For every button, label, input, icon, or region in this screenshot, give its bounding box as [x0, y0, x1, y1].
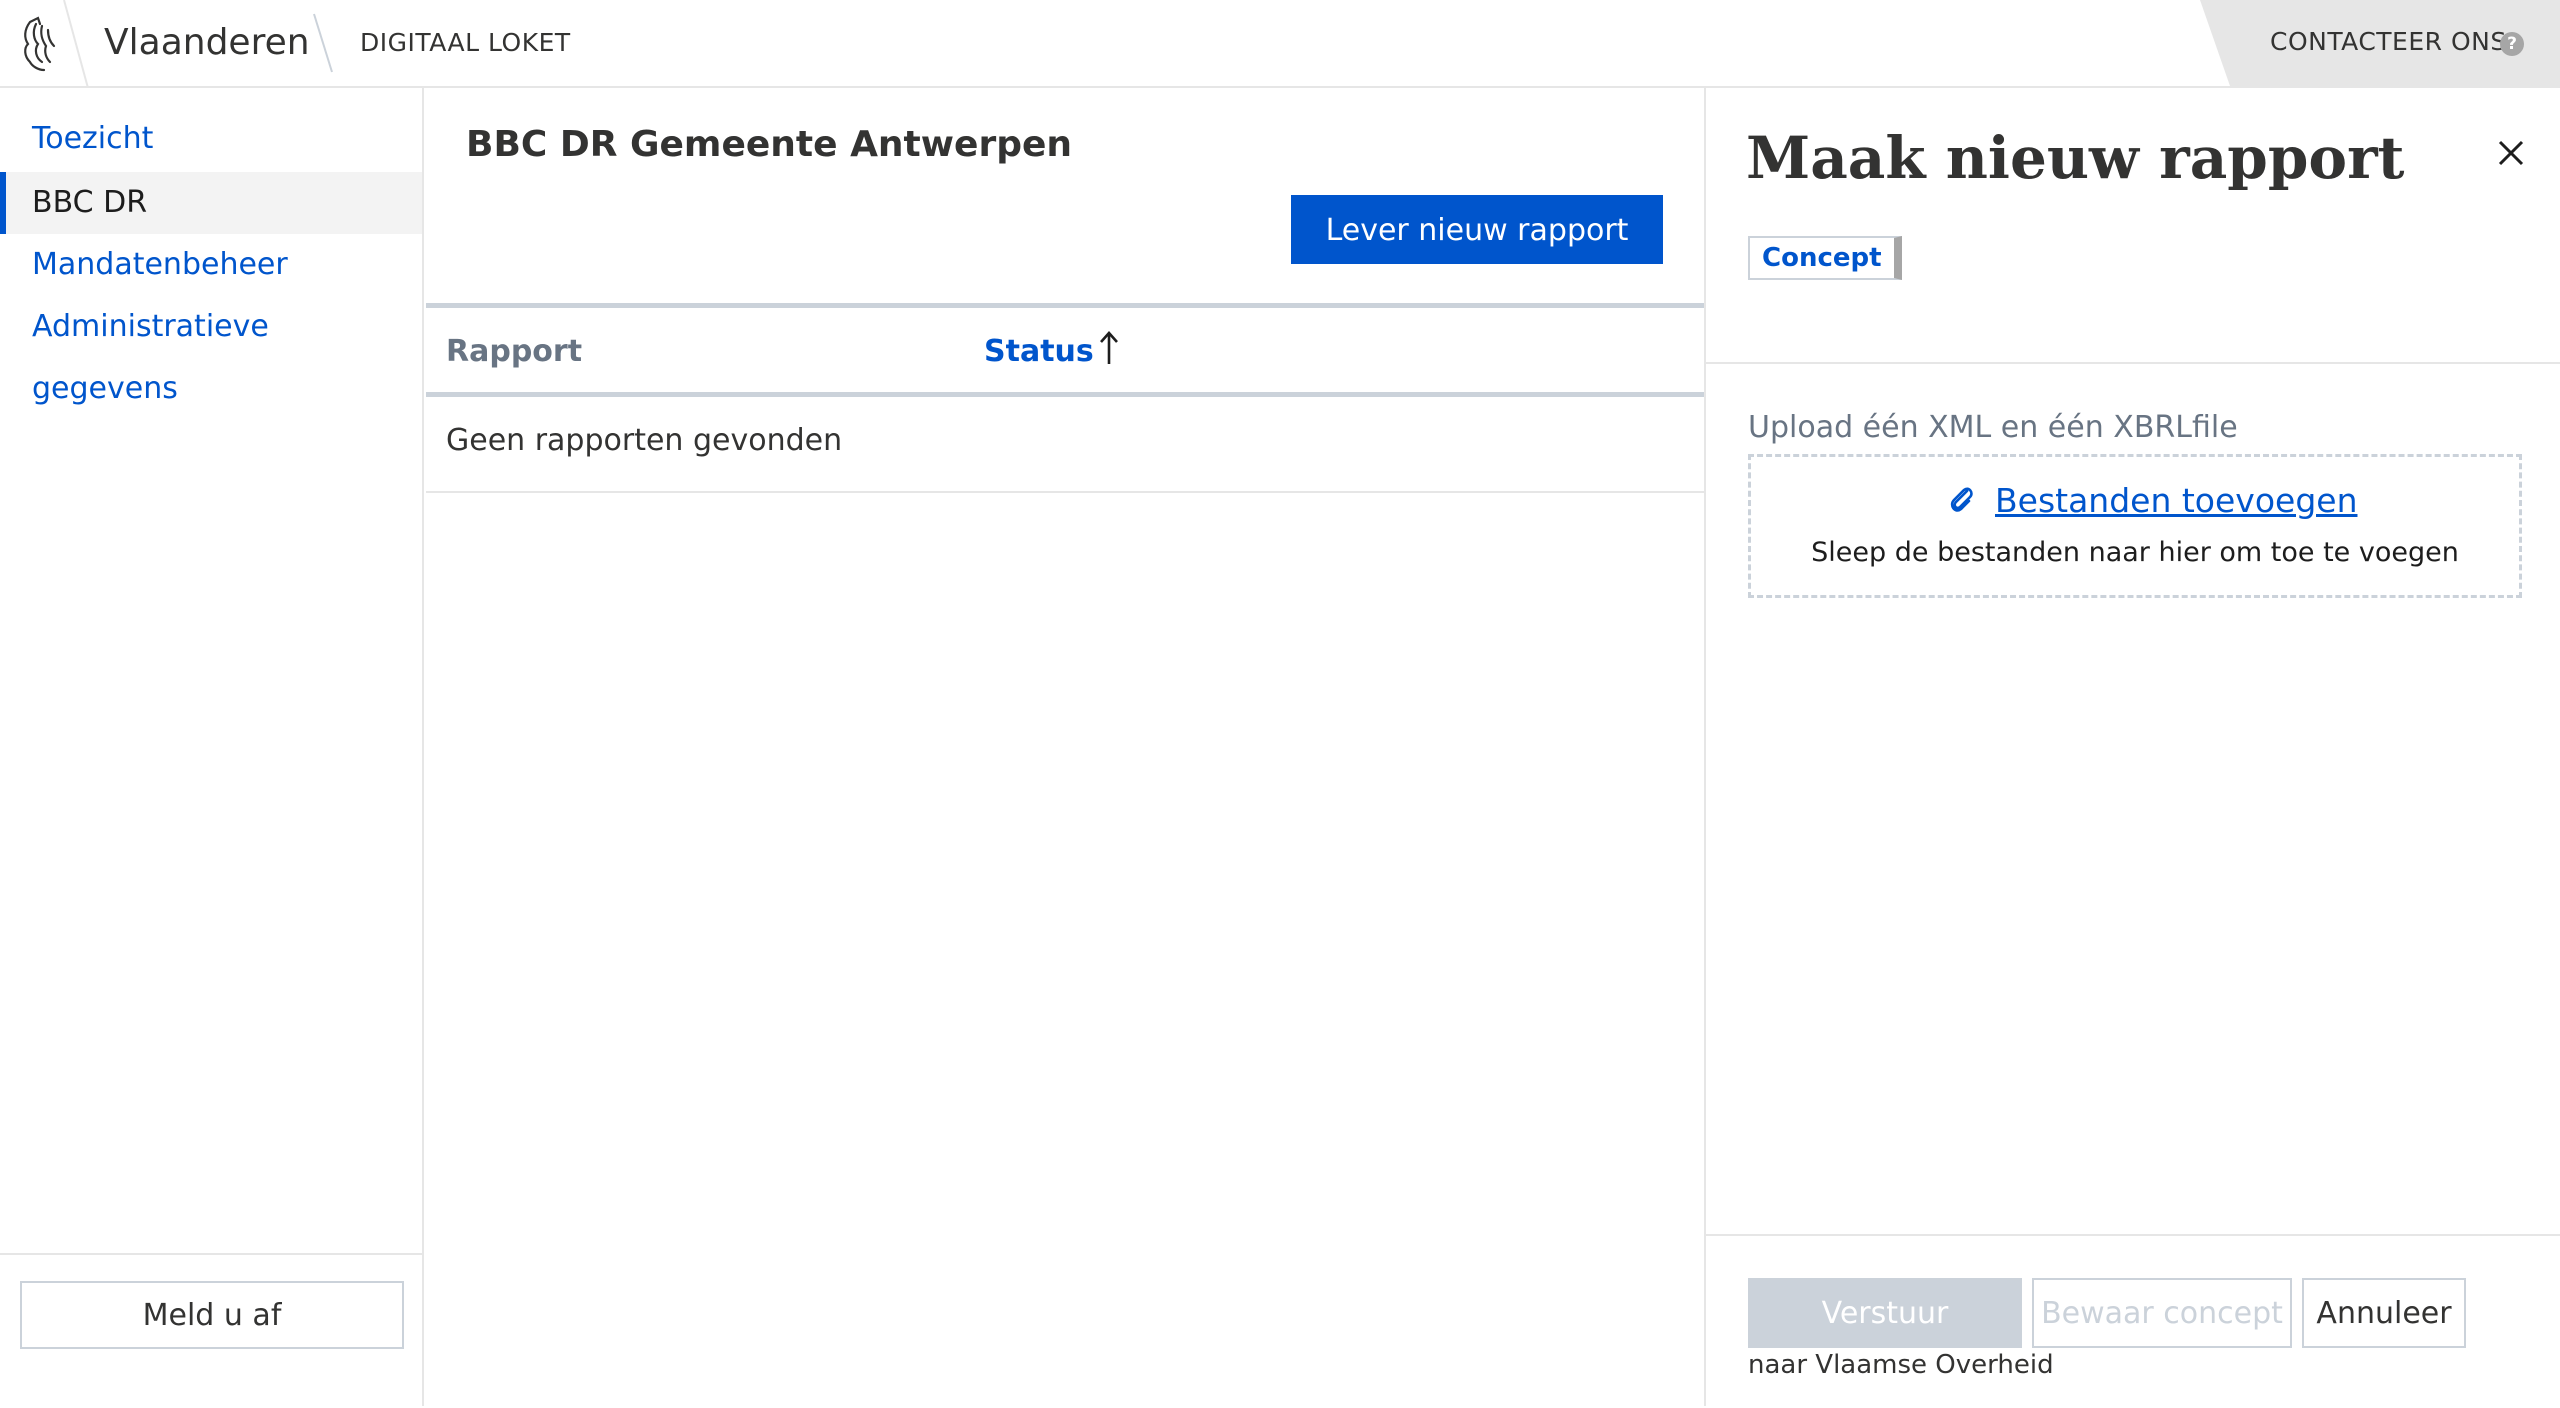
main-content: BBC DR Gemeente Antwerpen Lever nieuw ra…: [424, 88, 1704, 1406]
save-concept-button[interactable]: Bewaar concept: [2032, 1278, 2292, 1348]
contact-button[interactable]: CONTACTEER ONS ?: [2200, 0, 2560, 86]
table-row-empty: Geen rapporten gevonden: [426, 397, 1704, 493]
breadcrumb-divider: [313, 13, 333, 73]
empty-message: Geen rapporten gevonden: [446, 423, 843, 458]
file-dropzone[interactable]: Bestanden toevoegen Sleep de bestanden n…: [1748, 454, 2522, 598]
upload-label: Upload één XML en één XBRLfile: [1748, 410, 2238, 445]
column-header-rapport[interactable]: Rapport: [446, 334, 582, 369]
help-icon: ?: [2500, 32, 2524, 56]
drop-hint: Sleep de bestanden naar hier om toe te v…: [1811, 537, 2459, 568]
sort-arrow-up-icon[interactable]: [1098, 330, 1120, 366]
send-caption: naar Vlaamse Overheid: [1748, 1350, 2054, 1380]
contact-label: CONTACTEER ONS: [2270, 27, 2507, 56]
sidebar-footer: Meld u af: [0, 1253, 422, 1408]
sidebar-item-mandatenbeheer[interactable]: Mandatenbeheer: [0, 234, 422, 296]
sidebar-item-toezicht[interactable]: Toezicht: [0, 108, 422, 170]
cancel-button[interactable]: Annuleer: [2302, 1278, 2466, 1348]
top-header: Vlaanderen DIGITAAL LOKET CONTACTEER ONS…: [0, 0, 2560, 88]
header-divider: [63, 0, 89, 88]
paperclip-icon: [1950, 487, 1973, 512]
sidebar-item-administratieve-gegevens[interactable]: Administratieve gegevens: [0, 296, 422, 406]
panel-footer-divider: [1706, 1234, 2560, 1236]
status-pill: Concept: [1748, 236, 1902, 280]
panel-divider: [1706, 362, 2560, 364]
page-title: BBC DR Gemeente Antwerpen: [466, 124, 1073, 165]
column-header-status[interactable]: Status: [984, 334, 1094, 369]
flemish-lion-icon[interactable]: [18, 16, 62, 74]
new-report-panel: Maak nieuw rapport Concept Upload één XM…: [1704, 88, 2560, 1406]
sidebar-item-bbc-dr[interactable]: BBC DR: [0, 172, 422, 234]
close-icon[interactable]: [2496, 138, 2526, 168]
add-files-link[interactable]: Bestanden toevoegen: [1995, 481, 2357, 520]
logout-button[interactable]: Meld u af: [20, 1281, 404, 1349]
panel-title: Maak nieuw rapport: [1746, 124, 2405, 192]
app-name[interactable]: DIGITAAL LOKET: [360, 26, 571, 60]
brand-name[interactable]: Vlaanderen: [104, 20, 310, 66]
table-header: Rapport Status: [426, 303, 1704, 397]
new-report-button[interactable]: Lever nieuw rapport aan: [1291, 195, 1663, 317]
sidebar: Toezicht BBC DR Mandatenbeheer Administr…: [0, 88, 424, 1406]
send-button[interactable]: Verstuur: [1748, 1278, 2022, 1348]
